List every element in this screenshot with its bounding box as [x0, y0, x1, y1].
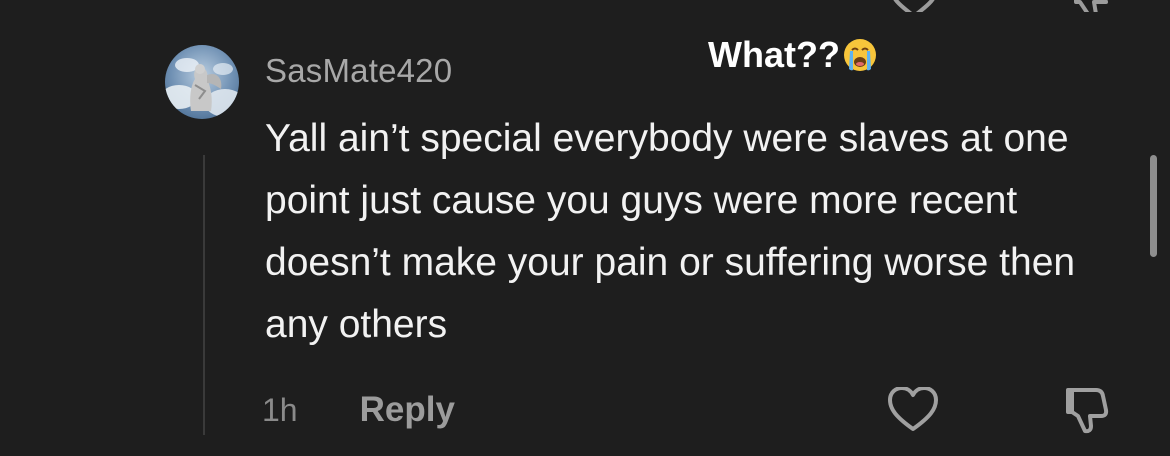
reply-thread-line: [203, 155, 205, 435]
thumbs-down-icon: [1066, 388, 1109, 434]
comment-timestamp: 1h: [262, 391, 298, 428]
heart-icon: [888, 387, 938, 431]
comment-meta-row: 1h Reply: [262, 385, 455, 435]
heart-icon: [893, 0, 935, 12]
comment-text: Yall ain’t special everybody were slaves…: [265, 117, 1076, 346]
reply-button[interactable]: Reply: [360, 390, 455, 430]
previous-comment-actions-partial: [0, 0, 1170, 12]
comment-username[interactable]: SasMate420: [265, 52, 452, 90]
avatar-angel-statue: [165, 45, 239, 119]
avatar[interactable]: [165, 45, 239, 119]
overlay-caption: What??: [708, 34, 878, 76]
thumbs-down-icon: [1074, 0, 1108, 12]
overlay-caption-text: What??: [708, 34, 840, 75]
scrollbar-thumb[interactable]: [1150, 155, 1157, 257]
crying-face-emoji: [843, 39, 876, 71]
like-button[interactable]: [885, 385, 941, 435]
dislike-button[interactable]: [1058, 383, 1114, 437]
